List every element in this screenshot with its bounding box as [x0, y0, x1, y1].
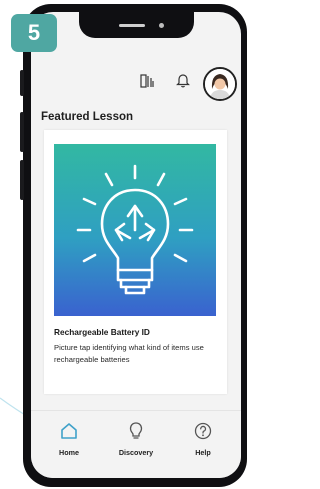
- phone-side-button: [20, 112, 24, 152]
- nav-item-discovery[interactable]: Discovery: [106, 421, 166, 457]
- phone-side-button: [20, 70, 24, 96]
- help-icon: [194, 422, 212, 440]
- avatar-icon: [205, 69, 235, 99]
- lesson-title: Rechargeable Battery ID: [54, 327, 150, 337]
- bottom-nav: Home Discovery Help: [31, 410, 241, 478]
- avatar[interactable]: [203, 67, 237, 101]
- featured-lesson-card[interactable]: Rechargeable Battery ID Picture tap iden…: [44, 130, 227, 394]
- bell-icon[interactable]: [175, 72, 191, 88]
- step-badge: 5: [11, 14, 57, 52]
- nav-label-home: Home: [59, 448, 79, 457]
- home-icon: [61, 423, 77, 439]
- lightbulb-icon: [129, 422, 143, 439]
- speaker: [119, 24, 145, 27]
- lightbulb-recycle-icon: [76, 164, 194, 295]
- phone-screen: Featured Lesson Rechargeable Battery ID …: [31, 12, 241, 478]
- lesson-image: [54, 144, 216, 316]
- nav-item-help[interactable]: Help: [173, 421, 233, 457]
- section-title: Featured Lesson: [41, 111, 134, 123]
- nav-label-help: Help: [195, 448, 211, 457]
- camera: [159, 23, 164, 28]
- library-icon[interactable]: [139, 73, 155, 89]
- nav-label-discovery: Discovery: [118, 448, 154, 457]
- lesson-description: Picture tap identifying what kind of ite…: [54, 343, 204, 364]
- phone-notch: [79, 12, 194, 38]
- phone-side-button: [20, 160, 24, 200]
- nav-item-home[interactable]: Home: [39, 421, 99, 457]
